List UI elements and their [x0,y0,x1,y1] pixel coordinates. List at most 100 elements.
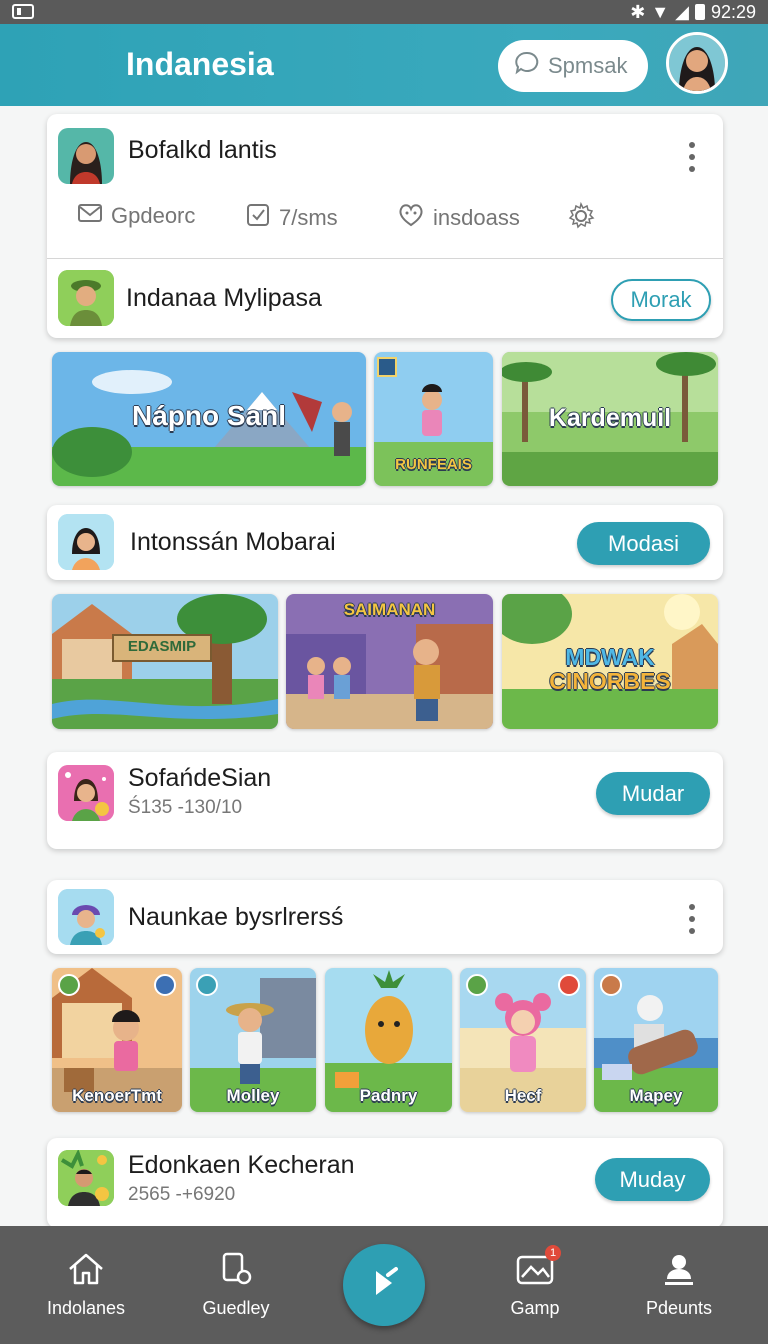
character-3-label: Padnry [359,1086,418,1105]
character-4-label: Hecf [504,1086,542,1105]
section-3-thumb [58,765,114,821]
section-5-subtitle: 2565 -+6920 [128,1183,236,1205]
system-tray: ✱ ▼ ◢ 92:29 [630,0,756,24]
nav-home[interactable]: Indolanes [26,1226,146,1344]
character-2-label: Molley [226,1086,280,1105]
section-card-5: Edonkaen Kecheran 2565 -+6920 Muday [47,1138,723,1228]
banner-tile-3[interactable]: Kardemuil [502,352,718,486]
banner-3-label: Kardemuil [548,404,672,432]
section-5-text: Edonkaen Kecheran 2565 -+6920 [128,1151,355,1206]
stat-likes[interactable]: insdoass [397,202,520,234]
app-title: Indanesia [126,46,274,82]
banner-6-label-1: MDWAK [565,644,655,670]
mail-icon [77,202,103,230]
nav-pdeunts[interactable]: Pdeunts [619,1226,739,1344]
stat-likes-label: insdoass [433,205,520,230]
banner-tile-4[interactable]: EDASMIP [52,594,278,729]
section-5-thumb [58,1150,114,1206]
person-icon [659,1251,699,1292]
status-bar: ✱ ▼ ◢ 92:29 [0,0,768,24]
banner-1-label: Nápno Sanl [131,400,286,431]
section-2-row[interactable]: Intonssán Mobarai [58,514,336,570]
character-tile-4[interactable]: Hecf [460,968,586,1112]
device-icon [216,1251,256,1292]
section-4-thumb [58,889,114,945]
divider [47,258,723,259]
featured-title: Indanaa Mylipasa [126,283,322,312]
profile-avatar [58,128,114,184]
checklist-icon [245,202,271,234]
nav-gamp[interactable]: 1 Gamp [475,1226,595,1344]
gallery-icon: 1 [515,1245,561,1292]
character-5-label: Mapey [629,1086,683,1105]
home-icon [66,1251,106,1292]
settings-button[interactable] [567,201,595,236]
category-badge [466,974,488,996]
featured-thumb [58,270,114,326]
play-icon [364,1263,404,1308]
character-tile-2[interactable]: Molley [190,968,316,1112]
category-badge [196,974,218,996]
user-avatar[interactable] [666,32,728,94]
profile-name: Bofalkd lantis [128,135,277,164]
signal-icon: ◢ [675,1,689,22]
banner-4-label: EDASMIP [127,638,197,655]
section-2-thumb [58,514,114,570]
banner-6-label-2: CINORBES [549,668,671,694]
category-badge [58,974,80,996]
section-card-4: Naunkae bysrlrersś [47,880,723,954]
notification-badge: 1 [545,1245,561,1261]
wifi-icon: ▼ [651,1,670,22]
morak-button[interactable]: Morak [611,279,711,321]
more-options-icon[interactable] [688,904,696,934]
gear-icon [567,201,595,236]
nav-gamp-label: Gamp [510,1298,560,1318]
stat-mail-label: Gpdeorc [111,203,196,228]
mudar-button[interactable]: Mudar [596,772,710,815]
section-3-title: SofańdeSian [128,763,272,792]
section-4-title: Naunkae bysrlrersś [128,902,344,931]
profile-header[interactable]: Bofalkd lantis [58,128,277,184]
nav-home-label: Indolanes [46,1298,126,1318]
search-button[interactable]: Spmsak [498,40,648,92]
character-tile-1[interactable]: KenoerTmt [52,968,182,1112]
more-options-icon[interactable] [688,142,696,172]
banner-tile-1[interactable]: Nápno Sanl [52,352,366,486]
section-5-row[interactable]: Edonkaen Kecheran 2565 -+6920 [58,1150,355,1206]
featured-row[interactable]: Indanaa Mylipasa [58,270,322,326]
nav-guedley-label: Guedley [202,1298,270,1318]
section-3-subtitle: Ś135 -130/10 [128,796,243,818]
character-tile-3[interactable]: Padnry [325,968,452,1112]
category-badge [154,974,176,996]
banner-tile-2[interactable]: RUNFEAIS [374,352,493,486]
face-icon [397,202,425,234]
profile-card: Bofalkd lantis Gpdeorc 7/sms insdoass In… [47,114,723,338]
banner-2-label: RUNFEAIS [395,456,472,473]
battery-icon [694,4,705,20]
category-badge [558,974,580,996]
section-card-2: Intonssán Mobarai Modasi [47,505,723,580]
modasi-button[interactable]: Modasi [577,522,710,565]
clock: 92:29 [710,1,756,22]
bottom-navigation: Indolanes Guedley 1 Gamp Pdeunts [0,1226,768,1344]
chat-search-icon [514,50,540,82]
bluetooth-icon: ✱ [630,1,646,22]
nav-pdeunts-label: Pdeunts [645,1298,713,1318]
notification-icon [12,4,34,19]
muday-button[interactable]: Muday [595,1158,710,1201]
section-card-3: SofańdeSian Ś135 -130/10 Mudar [47,752,723,849]
stat-mail[interactable]: Gpdeorc [77,202,195,230]
section-3-row[interactable]: SofańdeSian Ś135 -130/10 [58,764,271,821]
stat-tasks-label: 7/sms [279,205,338,230]
play-button[interactable] [343,1244,425,1326]
stat-tasks[interactable]: 7/sms [245,202,338,234]
banner-tile-6[interactable]: MDWAK CINORBES [502,594,718,729]
nav-guedley[interactable]: Guedley [176,1226,296,1344]
section-4-row[interactable]: Naunkae bysrlrersś [58,889,343,945]
section-3-text: SofańdeSian Ś135 -130/10 [128,764,271,819]
section-5-title: Edonkaen Kecheran [128,1150,355,1179]
app-bar: Indanesia Spmsak [0,24,768,106]
character-tile-5[interactable]: Mapey [594,968,718,1112]
banner-tile-5[interactable]: SAIMANAN [286,594,493,729]
character-1-label: KenoerTmt [72,1086,162,1105]
